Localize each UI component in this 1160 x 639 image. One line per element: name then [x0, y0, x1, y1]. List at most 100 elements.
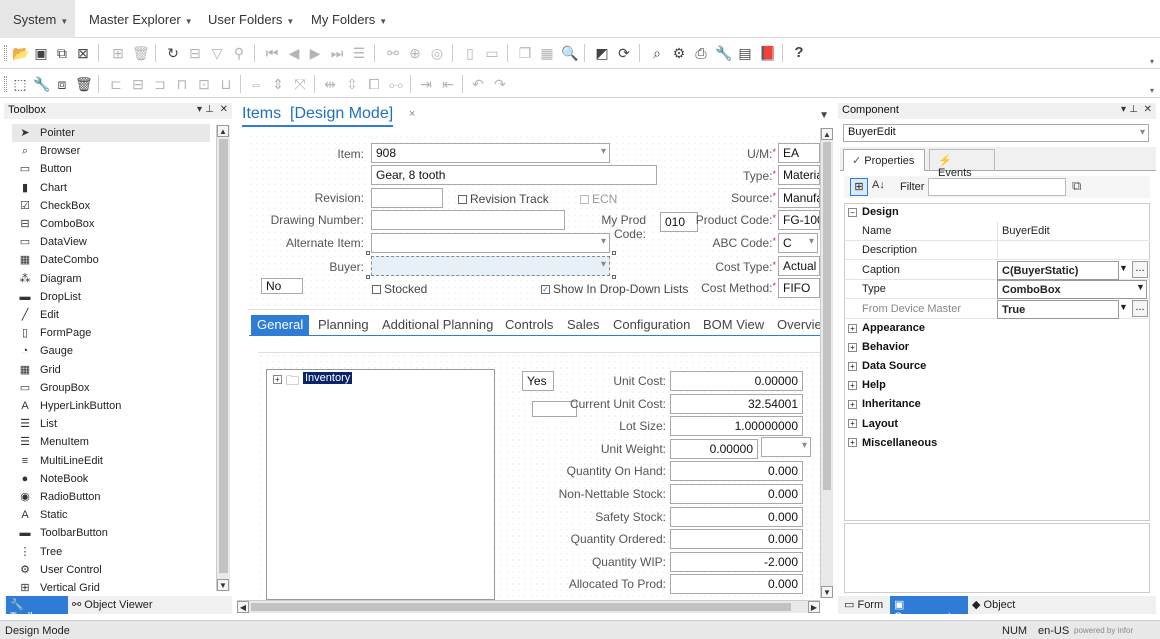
general-row-field[interactable]: 0.000 [670, 506, 803, 527]
toolbox-item-grid[interactable]: ▦ Grid [18, 361, 216, 379]
general-row-field[interactable]: 0.000 [670, 461, 803, 482]
general-row-field[interactable]: -2.000 [670, 551, 803, 572]
chevron-down-icon[interactable]: ▼ [819, 110, 829, 121]
tab-order2-icon[interactable]: ⇤ [440, 76, 456, 92]
pin-icon[interactable]: ⊥ [205, 104, 214, 115]
stocked-checkbox[interactable]: Stocked [372, 282, 427, 296]
tab-sales[interactable]: Sales [561, 315, 606, 336]
save-icon[interactable]: ▣ [33, 45, 49, 61]
prev-record-icon[interactable]: ◀ [286, 45, 302, 61]
toolbox-item-diagram[interactable]: ⁂ Diagram [18, 270, 216, 288]
toolbar-grip[interactable] [4, 76, 7, 92]
sort-az-icon[interactable]: A↓ [872, 179, 885, 191]
find-icon[interactable]: ⚯ [385, 45, 401, 61]
item-combo[interactable]: 908 [371, 143, 610, 163]
open-icon[interactable]: 📂 [12, 45, 29, 61]
toolbar-overflow-icon[interactable]: ▾ [1150, 86, 1154, 95]
resize-handle[interactable] [612, 275, 616, 279]
last-record-icon[interactable]: ⏭ [329, 45, 345, 61]
general-row-field[interactable]: 32.54001 [670, 393, 803, 414]
form-vscrollbar[interactable]: ▲ ▼ [820, 128, 833, 598]
section-design[interactable]: − Design [848, 206, 899, 218]
weight-unit-combo[interactable] [761, 437, 811, 457]
same-size-icon[interactable]: ⤧ [292, 76, 308, 92]
buyer-combo-selected[interactable] [371, 256, 610, 276]
next-record-icon[interactable]: ▶ [307, 45, 323, 61]
property-row-from-device-master[interactable]: From Device Master True ▼... [844, 299, 1150, 319]
property-value[interactable]: ComboBox [997, 280, 1147, 300]
cost-type-field[interactable]: Actual [778, 256, 820, 276]
revision-track-checkbox[interactable]: Revision Track [458, 192, 549, 206]
page-icon[interactable]: ▭ [484, 45, 500, 61]
save-all-icon[interactable]: ⧉ [54, 45, 70, 61]
general-row-field[interactable]: 0.000 [670, 484, 803, 504]
scroll-thumb[interactable] [251, 603, 791, 611]
component-selector[interactable]: BuyerEdit [843, 124, 1149, 142]
help-icon[interactable]: ? [791, 45, 807, 61]
scroll-right-icon[interactable]: ▶ [808, 601, 820, 613]
close-icon[interactable]: × [409, 108, 415, 120]
bring-front-icon[interactable]: ⧠ [366, 76, 382, 92]
type-field[interactable]: Materia [778, 165, 820, 185]
delete-icon[interactable]: 🗑 [75, 76, 93, 92]
resize-handle[interactable] [612, 251, 616, 255]
space-vertical-icon[interactable]: ⇳ [344, 76, 360, 92]
property-row-caption[interactable]: Caption C(BuyerStatic) ▼... [844, 260, 1150, 280]
doc-tab-items[interactable]: Items [Design Mode] [242, 105, 394, 127]
target-icon[interactable]: ◎ [429, 45, 445, 61]
wrench-icon[interactable]: 🔧 [33, 76, 50, 92]
tab-planning[interactable]: Planning [312, 315, 375, 336]
menu-user-folders[interactable]: User Folders ▼ [208, 12, 294, 27]
chevron-down-icon[interactable]: ▼ [1119, 263, 1128, 273]
resize-handle[interactable] [366, 251, 370, 255]
tab-component[interactable]: ▣ Component [890, 596, 968, 623]
menu-master-explorer[interactable]: Master Explorer ▼ [89, 12, 193, 27]
toolbox-item-combobox[interactable]: ⊟ ComboBox [18, 215, 216, 233]
copy-icon[interactable]: ❐ [517, 45, 533, 61]
toolbox-item-menuitem[interactable]: ☰ MenuItem [18, 433, 216, 451]
toolbox-item-checkbox[interactable]: ☑ CheckBox [18, 197, 216, 215]
tab-controls[interactable]: Controls [499, 315, 559, 336]
general-row-field[interactable]: 0.000 [670, 529, 803, 550]
tab-order-icon[interactable]: ⇥ [418, 76, 434, 92]
new-icon[interactable]: ⊞ [110, 45, 126, 61]
scroll-up-icon[interactable]: ▲ [217, 125, 229, 137]
product-code-field[interactable]: FG-100 [778, 210, 820, 230]
grid-icon[interactable]: ☰ [351, 45, 367, 61]
add-icon[interactable]: ⊕ [407, 45, 423, 61]
align-right-icon[interactable]: ⊐ [152, 76, 168, 92]
zoom-icon[interactable]: ⌕ [649, 45, 665, 61]
ellipsis-button[interactable]: ... [1132, 299, 1148, 317]
align-center-icon[interactable]: ⊟ [130, 76, 146, 92]
toolbox-item-multilineedit[interactable]: ≡ MultiLineEdit [18, 452, 216, 470]
menu-my-folders[interactable]: My Folders ▼ [311, 12, 387, 27]
property-row-description[interactable]: Description [844, 241, 1150, 261]
section-appearance[interactable]: + Appearance [848, 322, 925, 334]
delete-icon[interactable]: 🗑 [132, 45, 150, 61]
tab-object[interactable]: ◆ Object [972, 598, 1015, 611]
space-horizontal-icon[interactable]: ⇹ [322, 76, 338, 92]
section-behavior[interactable]: + Behavior [848, 341, 909, 353]
chevron-down-icon[interactable]: ▾ [1121, 104, 1126, 115]
toolbox-item-static[interactable]: A Static [18, 506, 216, 524]
tab-bom-view[interactable]: BOM View [697, 315, 770, 336]
expand-icon[interactable]: + [273, 375, 282, 384]
general-row-field[interactable]: 0.00000 [670, 371, 803, 391]
toolbox-item-formpage[interactable]: ▯ FormPage [18, 324, 216, 342]
sync-icon[interactable]: ⟳ [616, 45, 632, 61]
tab-additional-planning[interactable]: Additional Planning [376, 315, 499, 336]
drawing-number-field[interactable] [371, 210, 565, 230]
menu-system[interactable]: System ▼ [0, 0, 75, 38]
align-bottom-icon[interactable]: ⊔ [218, 76, 234, 92]
align-top-icon[interactable]: ⊓ [174, 76, 190, 92]
send-back-icon[interactable]: ⧟ [388, 76, 404, 92]
section-miscellaneous[interactable]: + Miscellaneous [848, 437, 937, 449]
filter-in-place-icon[interactable]: ⊟ [187, 45, 203, 61]
toolbox-item-dataview[interactable]: ▭ DataView [18, 233, 216, 251]
close-icon[interactable]: ✕ [1144, 104, 1152, 115]
toolbox-item-chart[interactable]: ▮ Chart [18, 179, 216, 197]
form-hscrollbar[interactable]: ◀ ▶ [237, 600, 820, 613]
search-icon[interactable]: 🔍 [561, 45, 578, 61]
tab-form[interactable]: ▭ Form [844, 598, 883, 611]
wrench-icon[interactable]: 🔧 [715, 45, 732, 61]
